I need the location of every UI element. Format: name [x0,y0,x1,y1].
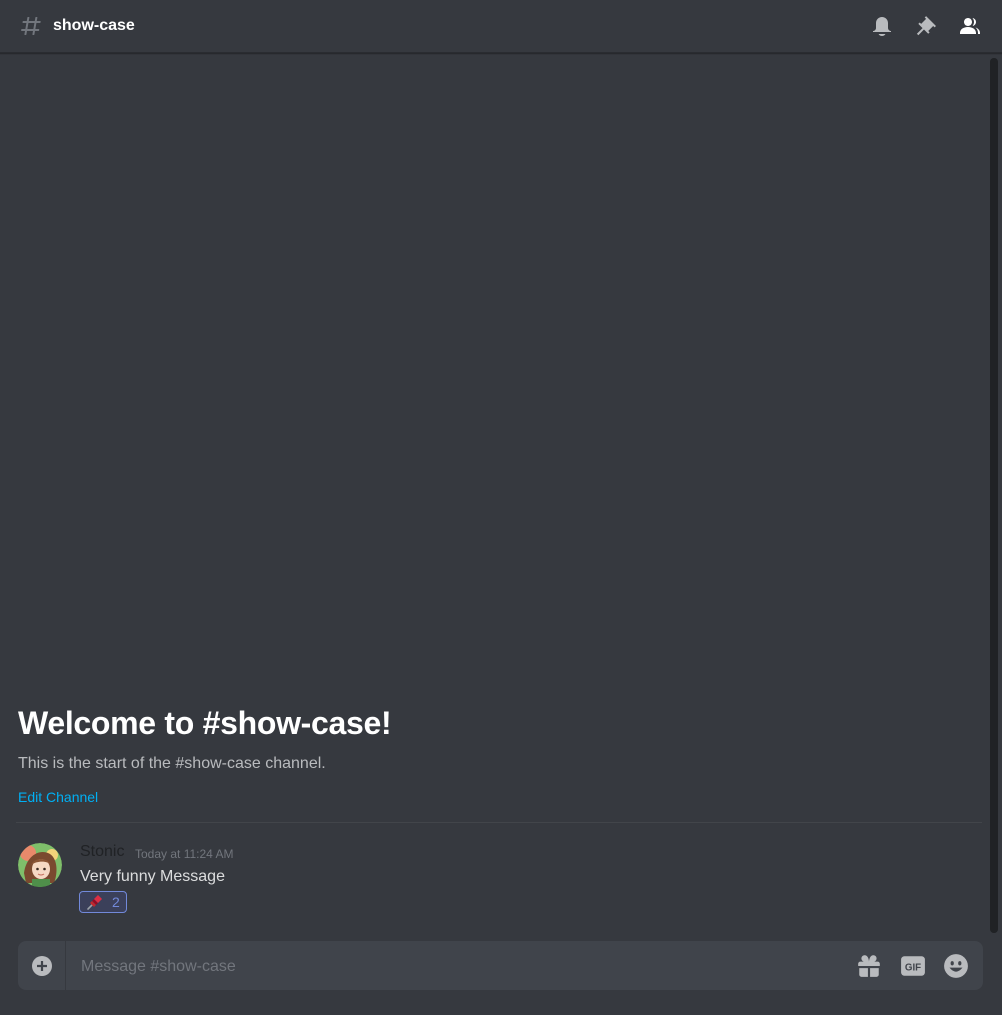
bell-icon[interactable] [870,14,894,38]
members-icon[interactable] [958,14,982,38]
app-window: show-case Welcome to #show-case! This is… [0,0,1002,1015]
avatar[interactable] [18,843,62,887]
channel-name: show-case [53,17,135,34]
scrollbar-track[interactable] [990,58,998,933]
scrollbar-thumb[interactable] [990,58,998,933]
emoji-icon[interactable] [943,953,969,979]
edit-channel-link[interactable]: Edit Channel [18,788,98,806]
reaction-count: 2 [112,894,120,910]
channel-header: show-case [0,0,1002,53]
divider [16,822,982,823]
avatar-image [18,843,62,887]
gif-icon[interactable]: GIF [900,953,926,979]
message-input[interactable] [79,941,843,992]
attach-button[interactable] [18,941,66,990]
message-timestamp: Today at 11:24 AM [135,847,234,861]
gift-icon[interactable] [856,953,882,979]
reaction-button[interactable]: 2 [79,891,127,913]
svg-text:GIF: GIF [905,962,921,973]
message-content: Very funny Message [80,868,225,885]
welcome-subtitle: This is the start of the #show-case chan… [18,755,326,772]
hash-icon [21,17,41,35]
message-author[interactable]: Stonic [80,842,124,862]
plus-circle-icon [31,955,52,976]
message-composer: GIF [18,941,983,992]
pushpin-icon [87,895,102,910]
welcome-title: Welcome to #show-case! [18,705,392,741]
pin-icon[interactable] [914,14,938,38]
